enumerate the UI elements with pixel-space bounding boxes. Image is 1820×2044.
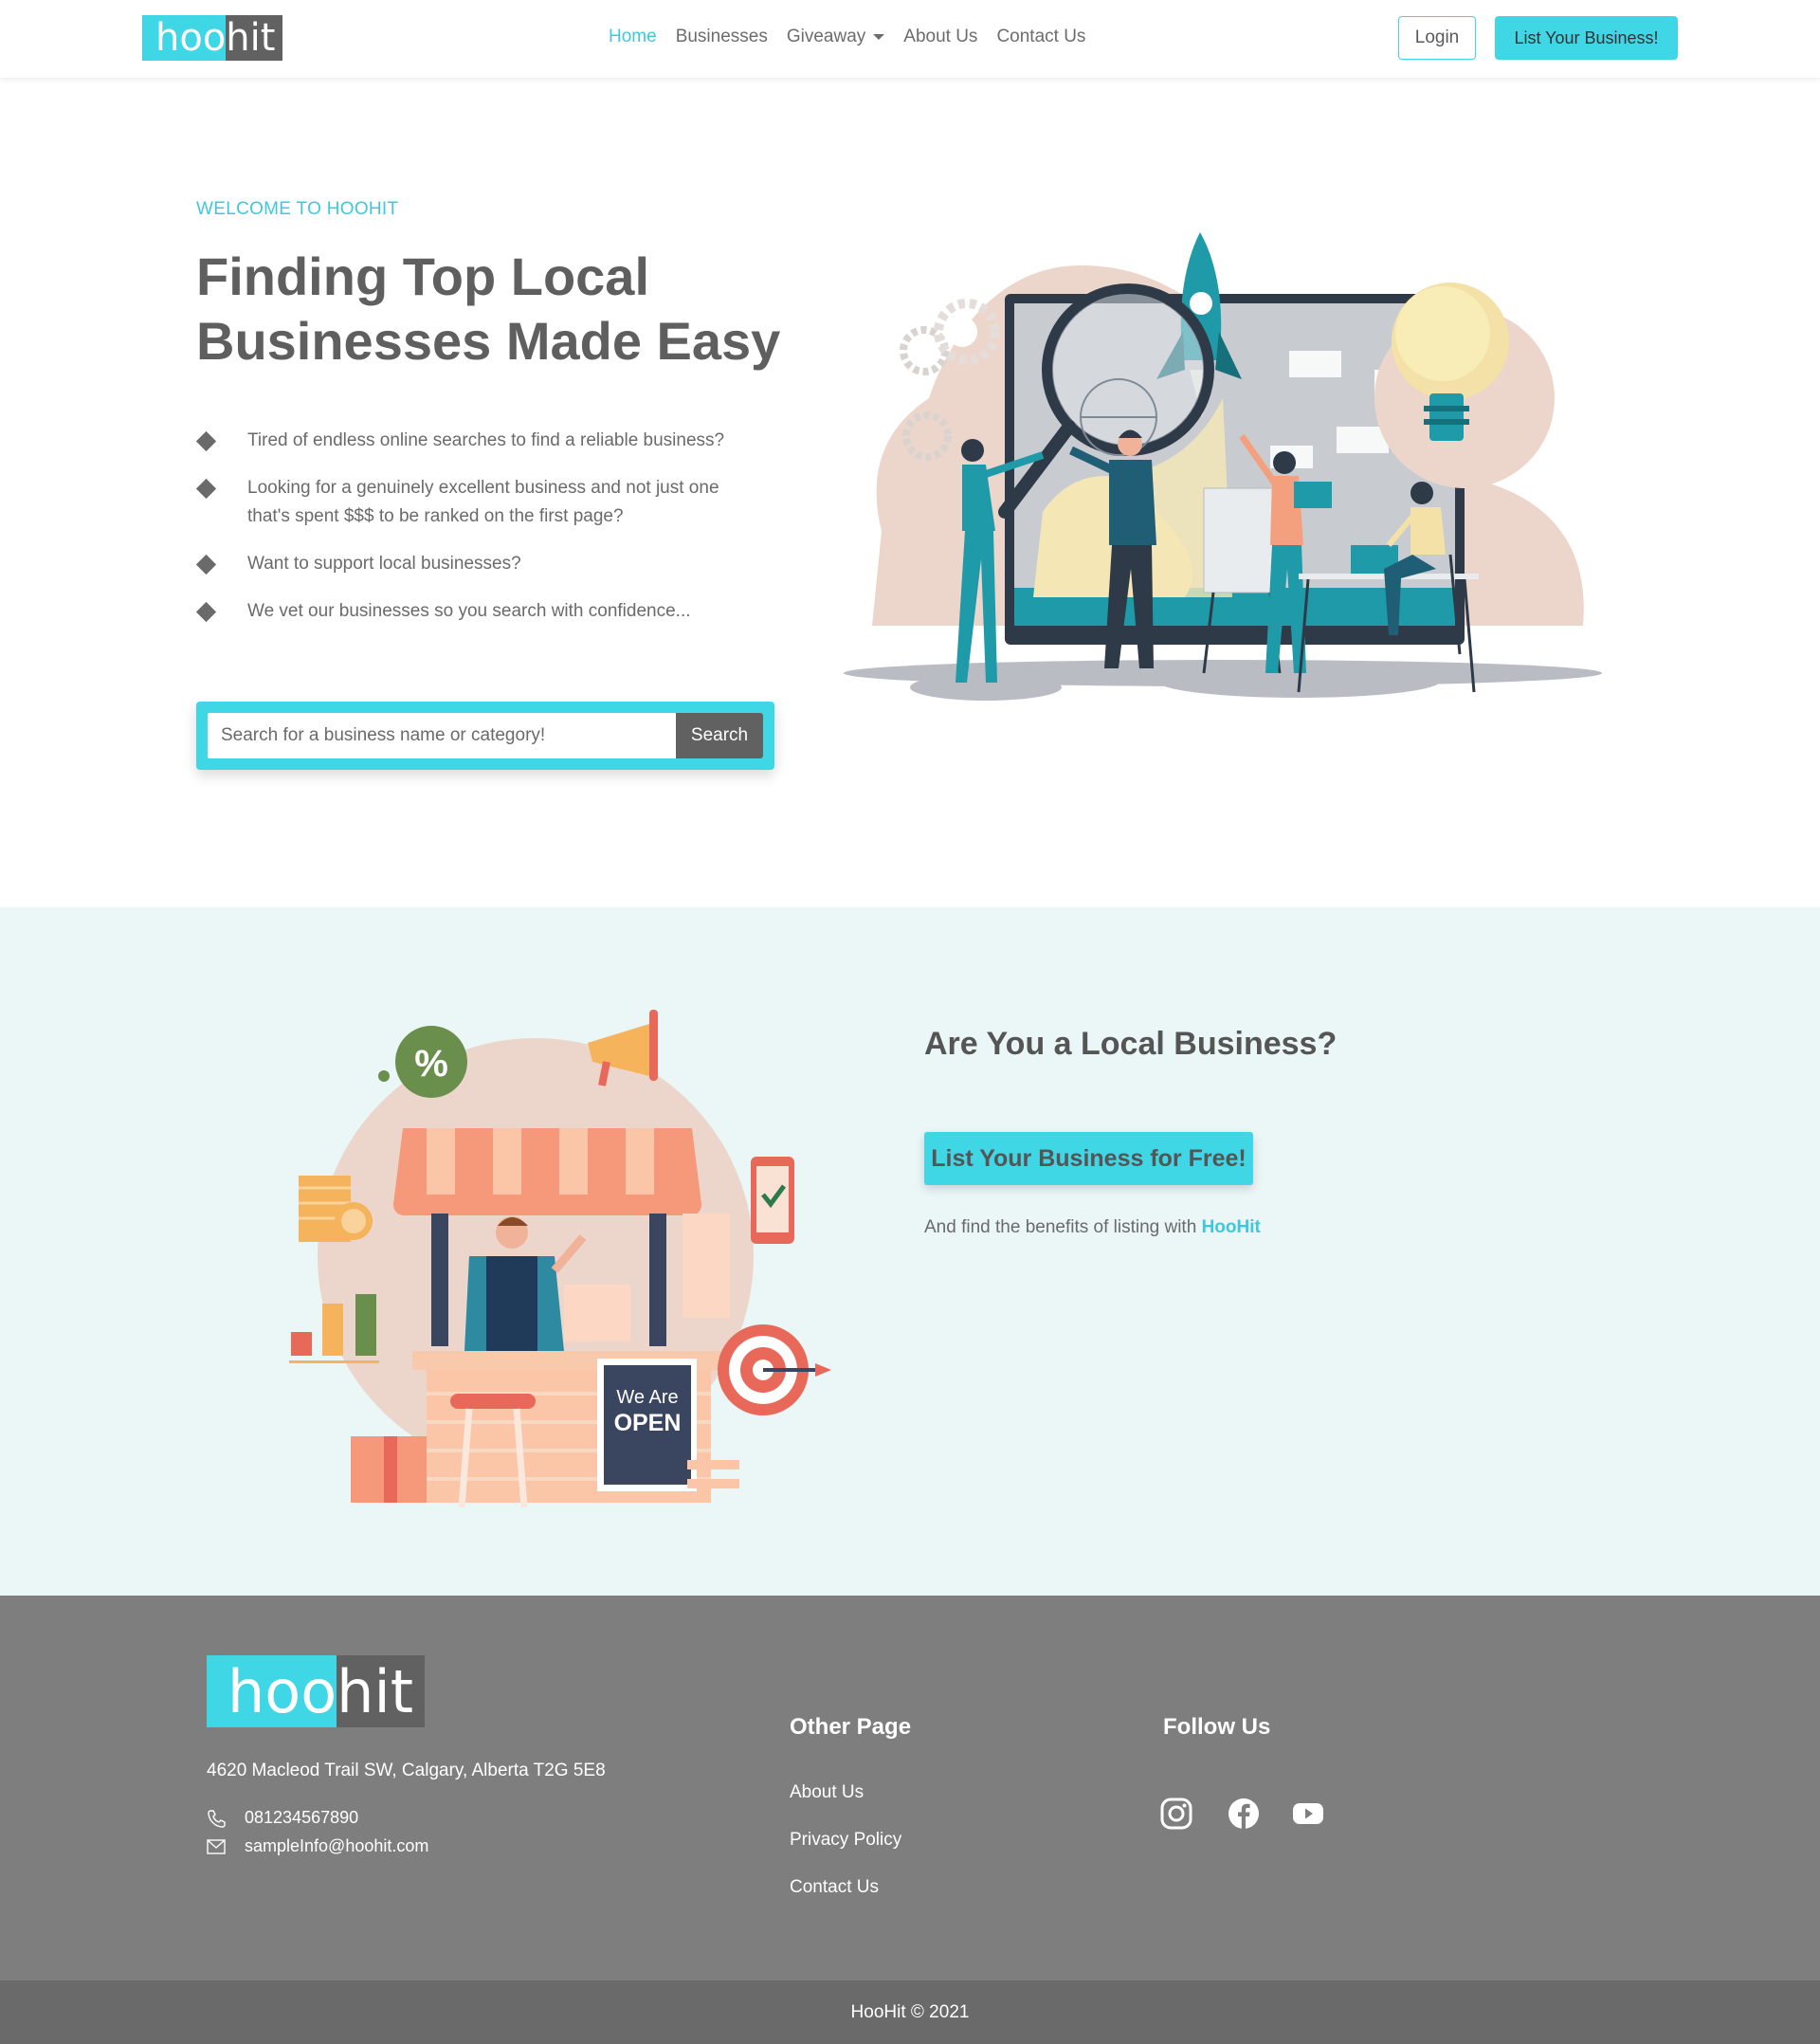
nav-link-giveaway-label: Giveaway: [786, 27, 866, 46]
logo-hoo: hoo: [142, 15, 227, 61]
hero-bullet-list: Tired of endless online searches to find…: [195, 427, 765, 645]
copyright-text: HooHit © 2021: [850, 2001, 970, 2022]
shop-illustration: % We Are OPEN: [289, 1010, 831, 1508]
hero-bullet-text: Want to support local businesses?: [247, 554, 521, 574]
local-business-section: [0, 907, 1820, 1596]
hero-title: Finding Top Local Businesses Made Easy: [196, 246, 781, 371]
list-business-button[interactable]: List Your Business!: [1495, 16, 1678, 60]
bar-chart-icon: [289, 1294, 379, 1363]
facebook-icon[interactable]: [1228, 1798, 1260, 1830]
hero-bullet: Tired of endless online searches to find…: [195, 427, 765, 455]
nav-link-home[interactable]: Home: [609, 27, 657, 47]
lightbulb-icon: [1374, 283, 1555, 488]
phone-icon: [208, 1809, 226, 1828]
footer-phone: 081234567890: [207, 1808, 358, 1828]
footer-email: sampleInfo@hoohit.com: [207, 1836, 428, 1856]
sign-line-2: OPEN: [614, 1410, 682, 1436]
hero-bullet: Looking for a genuinely excellent busine…: [195, 474, 765, 531]
diamond-icon: [195, 478, 217, 500]
hero-bullet-text: Looking for a genuinely excellent busine…: [247, 478, 719, 526]
list-free-button[interactable]: List Your Business for Free!: [924, 1132, 1253, 1185]
logo-hit: hit: [337, 1655, 426, 1727]
hero-bullet: Want to support local businesses?: [195, 550, 765, 578]
hero-illustration: [844, 232, 1602, 701]
open-sign: We Are OPEN: [597, 1359, 697, 1491]
diamond-icon: [195, 601, 217, 623]
nav-link-contact[interactable]: Contact Us: [996, 27, 1085, 47]
footer-logo[interactable]: hoo hit: [207, 1655, 426, 1727]
search-button[interactable]: Search: [676, 713, 763, 758]
nav-logo[interactable]: hoo hit: [142, 15, 283, 61]
footer-other-heading: Other Page: [790, 1714, 912, 1740]
footer-address: 4620 Macleod Trail SW, Calgary, Alberta …: [207, 1761, 606, 1780]
footer-email-text[interactable]: sampleInfo@hoohit.com: [245, 1836, 428, 1856]
target-icon: [718, 1324, 831, 1415]
local-subtitle: And find the benefits of listing with Ho…: [924, 1217, 1261, 1238]
logo-hit: hit: [226, 15, 283, 61]
search-bar: Search: [196, 702, 774, 770]
nav-link-giveaway[interactable]: Giveaway: [786, 27, 885, 47]
copyright-bar: HooHit © 2021: [0, 1980, 1820, 2044]
nav-link-about[interactable]: About Us: [903, 27, 977, 47]
footer-link-contact[interactable]: Contact Us: [790, 1877, 879, 1898]
footer-phone-text[interactable]: 081234567890: [245, 1808, 358, 1828]
local-business-title: Are You a Local Business?: [924, 1026, 1338, 1062]
nav-links: Home Businesses Giveaway About Us Contac…: [609, 27, 1085, 47]
box-icon: [351, 1436, 427, 1503]
local-subtitle-text: And find the benefits of listing with: [924, 1217, 1197, 1237]
envelope-icon: [207, 1838, 226, 1854]
chevron-down-icon: [873, 33, 885, 40]
instagram-icon[interactable]: [1160, 1798, 1192, 1830]
youtube-icon[interactable]: [1292, 1798, 1324, 1830]
nav-link-businesses[interactable]: Businesses: [676, 27, 768, 47]
phone-check-icon: [751, 1157, 794, 1244]
hero-bullet-text: We vet our businesses so you search with…: [247, 601, 691, 621]
footer-follow-heading: Follow Us: [1163, 1714, 1271, 1740]
footer-link-about[interactable]: About Us: [790, 1782, 864, 1803]
awning: [393, 1128, 701, 1215]
svg-text:%: %: [414, 1043, 448, 1085]
logo-hoo: hoo: [207, 1655, 337, 1727]
login-button[interactable]: Login: [1398, 16, 1476, 60]
search-input[interactable]: [208, 713, 676, 758]
hero-bullet: We vet our businesses so you search with…: [195, 597, 765, 626]
percent-icon: %: [378, 1026, 467, 1098]
hero-eyebrow: WELCOME TO HOOHIT: [196, 199, 399, 219]
diamond-icon: [195, 430, 217, 452]
navbar: hoo hit Home Businesses Giveaway About Us…: [0, 0, 1820, 78]
sign-line-1: We Are: [616, 1387, 678, 1408]
hero-bullet-text: Tired of endless online searches to find…: [247, 430, 725, 450]
footer: [0, 1596, 1820, 1980]
local-subtitle-brand[interactable]: HooHit: [1202, 1217, 1261, 1237]
footer-link-privacy[interactable]: Privacy Policy: [790, 1830, 901, 1851]
diamond-icon: [195, 554, 217, 575]
